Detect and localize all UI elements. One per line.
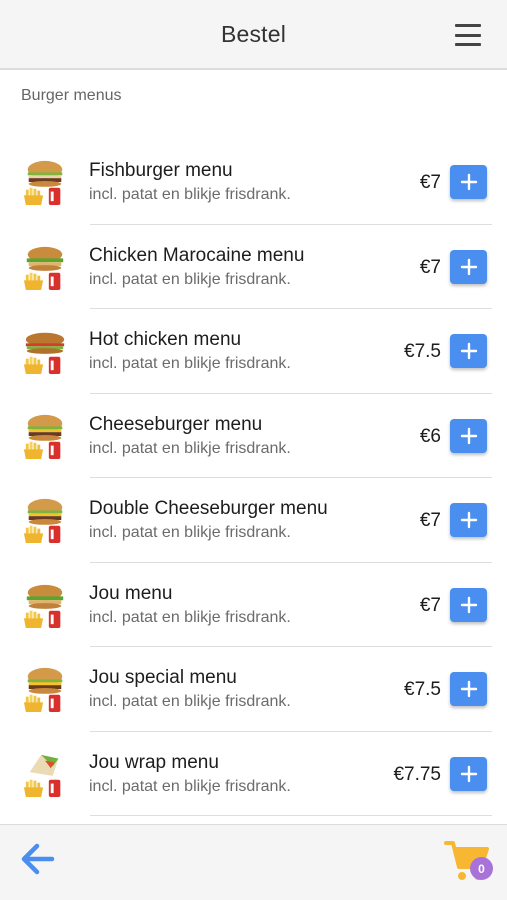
plus-icon [460, 173, 477, 191]
item-name: Jou wrap menu [89, 751, 219, 773]
plus-icon [460, 427, 477, 444]
item-name: Cheeseburger menu [89, 413, 263, 435]
header: Bestel [0, 0, 507, 70]
arrow-left-icon[interactable] [20, 842, 56, 876]
item-description: incl. patat en blikje frisdrank. [89, 777, 291, 795]
item-description: incl. patat en blikje frisdrank. [89, 439, 291, 457]
menu-thumbnail-image [22, 579, 68, 631]
plus-icon [460, 258, 477, 275]
section-label: Burger menus [21, 87, 122, 104]
plus-icon [460, 680, 477, 698]
footer: 0 [0, 824, 507, 900]
menu-thumbnail-image [22, 325, 68, 377]
menu-thumbnail-image [22, 663, 68, 715]
item-description: incl. patat en blikje frisdrank. [89, 186, 291, 203]
plus-icon [460, 596, 477, 613]
item-price: €7 [419, 172, 441, 193]
item-name: Chicken Marocaine menu [89, 244, 305, 266]
list-item: Chicken Marocaine menu incl. patat en bli… [0, 225, 507, 309]
add-to-cart-button[interactable] [450, 672, 487, 706]
list-item: Jou wrap menu incl. patat en blikje frisd… [0, 732, 507, 816]
plus-icon [460, 511, 477, 529]
item-price: €7 [419, 594, 441, 616]
menu-list: Fishburger menu incl. patat en blikje fri… [0, 140, 507, 816]
item-description: incl. patat en blikje frisdrank. [89, 270, 291, 288]
app: Bestel Burger menus Fishburger menu incl.… [0, 0, 507, 900]
divider [90, 815, 492, 816]
item-name: Hot chicken menu [89, 329, 242, 350]
item-price: €6 [419, 425, 441, 447]
cart-count-badge: 0 [470, 857, 493, 880]
item-price: €7 [419, 510, 441, 531]
item-description: incl. patat en blikje frisdrank. [89, 524, 291, 541]
add-to-cart-button[interactable] [450, 418, 487, 453]
add-to-cart-button[interactable] [450, 249, 487, 284]
menu-thumbnail-image [22, 241, 68, 293]
list-item: Cheeseburger menu incl. patat en blikje f… [0, 394, 507, 478]
menu-thumbnail-image [22, 156, 68, 208]
plus-icon [460, 765, 477, 782]
menu-thumbnail-image [22, 494, 68, 546]
add-to-cart-button[interactable] [450, 503, 487, 537]
menu-thumbnail-image [22, 748, 68, 800]
item-name: Jou menu [89, 582, 173, 604]
hamburger-menu-icon[interactable] [455, 24, 481, 46]
list-item: Double Cheeseburger menu incl. patat en b… [0, 478, 507, 563]
add-to-cart-button[interactable] [450, 165, 487, 199]
list-item: Hot chicken menu incl. patat en blikje fr… [0, 309, 507, 394]
item-name: Jou special menu [89, 667, 237, 688]
item-name: Double Cheeseburger menu [89, 498, 328, 519]
list-item: Jou special menu incl. patat en blikje fr… [0, 647, 507, 732]
item-price: €7 [419, 256, 441, 278]
item-description: incl. patat en blikje frisdrank. [89, 693, 291, 710]
menu-thumbnail-image [22, 410, 68, 462]
item-price: €7.5 [404, 341, 441, 362]
shopping-cart-button[interactable]: 0 [443, 837, 493, 885]
plus-icon [460, 342, 477, 360]
add-to-cart-button[interactable] [450, 756, 487, 791]
item-price: €7.5 [404, 679, 441, 700]
page-title: Bestel [220, 20, 287, 47]
item-description: incl. patat en blikje frisdrank. [89, 355, 291, 372]
item-description: incl. patat en blikje frisdrank. [89, 608, 291, 626]
item-price: €7.75 [393, 763, 441, 785]
item-name: Fishburger menu [89, 160, 233, 181]
list-item: Jou menu incl. patat en blikje frisdrank.… [0, 563, 507, 647]
list-item: Fishburger menu incl. patat en blikje fri… [0, 140, 507, 225]
add-to-cart-button[interactable] [450, 587, 487, 622]
add-to-cart-button[interactable] [450, 334, 487, 368]
